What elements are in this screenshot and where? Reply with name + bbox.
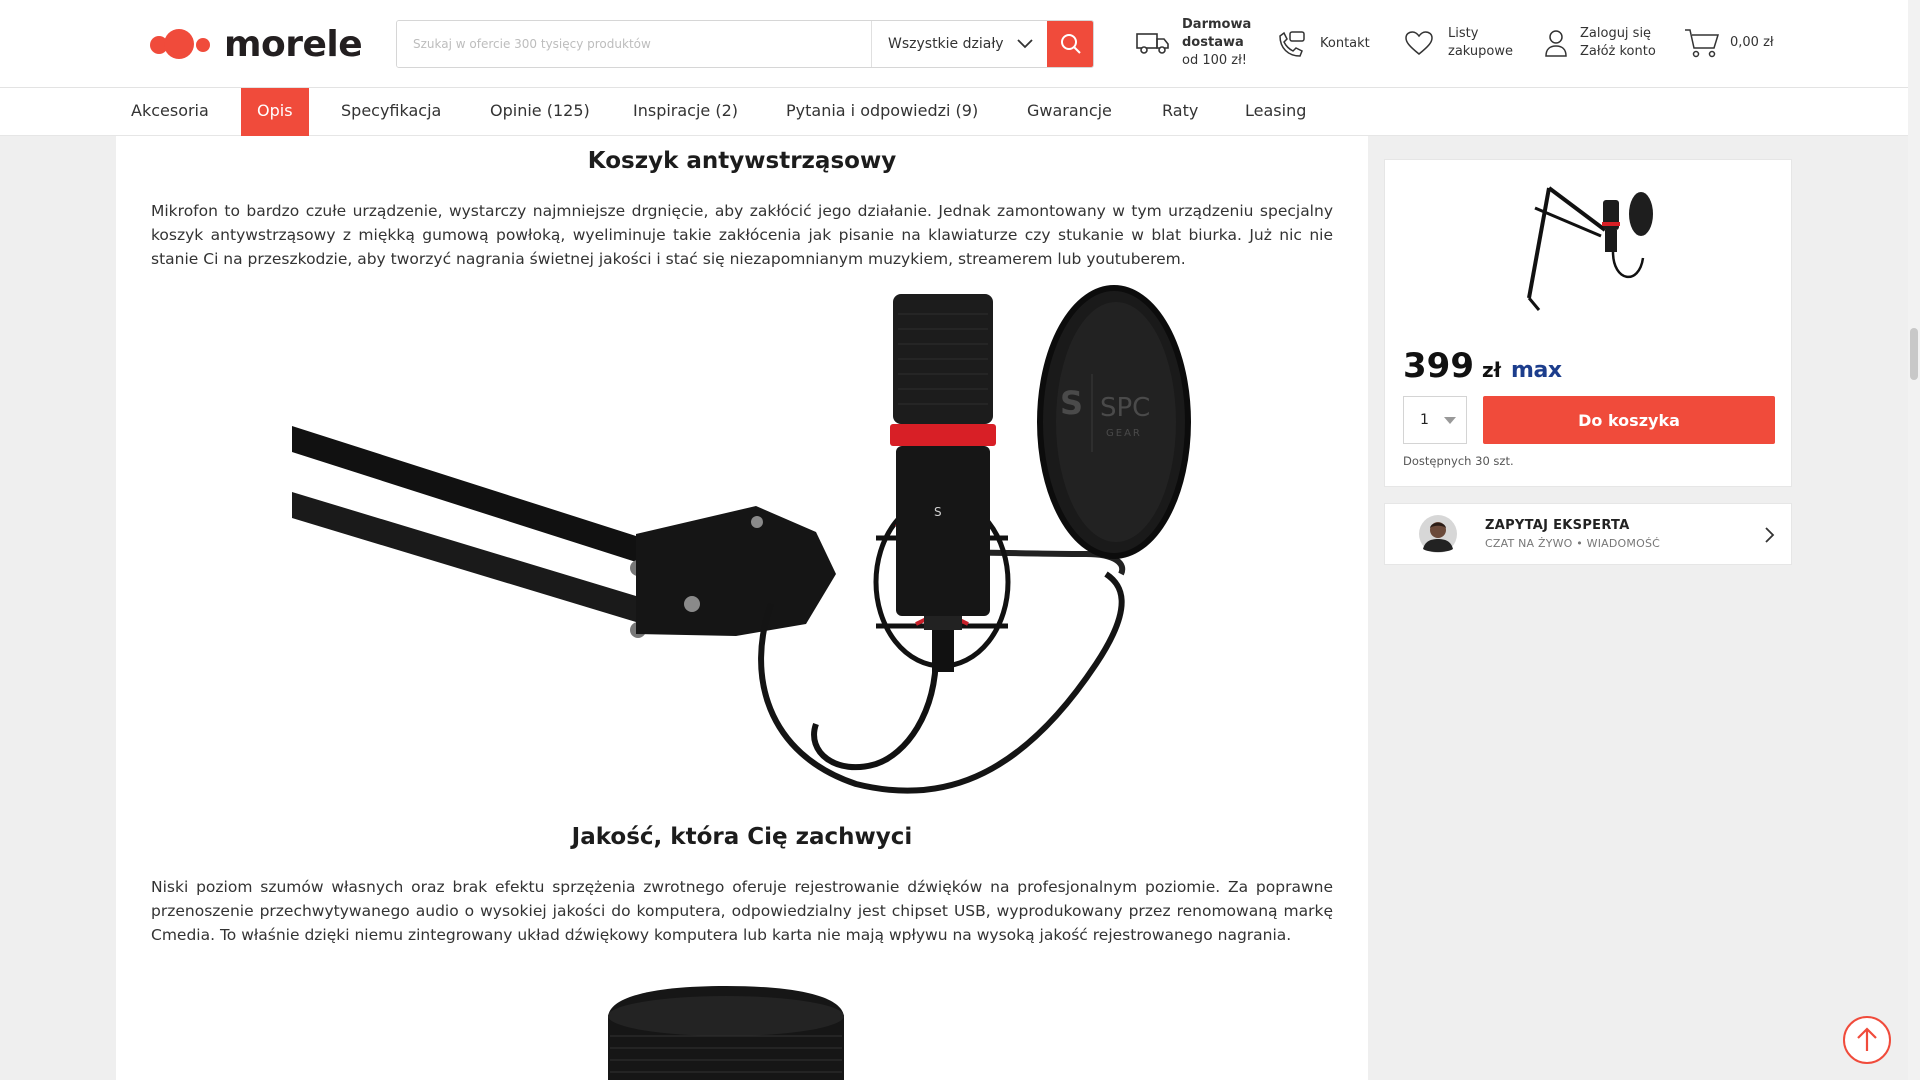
user-icon	[1545, 30, 1567, 57]
price: 399 zł max	[1403, 346, 1562, 386]
svg-text:S: S	[934, 505, 942, 519]
cart-link[interactable]: 0,00 zł	[1684, 28, 1774, 58]
delivery-line2: dostawa	[1182, 35, 1244, 50]
section-heading-shock-mount: Koszyk antywstrząsowy	[587, 148, 897, 174]
product-description: Koszyk antywstrząsowy Mikrofon to bardzo…	[116, 136, 1368, 1080]
pop-filter-brand-line2: GEAR	[1106, 428, 1142, 439]
expert-title: ZAPYTAJ EKSPERTA	[1485, 518, 1630, 533]
search-button[interactable]	[1047, 21, 1093, 67]
top-header: morele Wszystkie działy Darmowa dostawa …	[0, 0, 1908, 88]
product-thumbnail[interactable]	[1509, 178, 1669, 318]
chevron-down-icon	[1017, 39, 1033, 49]
tab-gwarancje[interactable]: Gwarancje	[1027, 88, 1112, 136]
account-link[interactable]: Zaloguj się Załóż konto	[1544, 25, 1656, 61]
tab-inspiracje[interactable]: Inspiracje (2)	[633, 88, 738, 136]
tab-pytania[interactable]: Pytania i odpowiedzi (9)	[786, 88, 978, 136]
lists-line1: Listy	[1448, 26, 1479, 41]
department-label: Wszystkie działy	[888, 36, 1004, 52]
quantity-value: 1	[1420, 412, 1429, 428]
cart-total: 0,00 zł	[1730, 35, 1774, 50]
logo-text: morele	[224, 23, 363, 65]
add-to-cart-button[interactable]: Do koszyka	[1483, 396, 1775, 444]
product-section-nav: Akcesoria Opis Specyfikacja Opinie (125)…	[0, 88, 1908, 136]
contact-link[interactable]: Kontakt	[1276, 30, 1370, 58]
quantity-select[interactable]: 1	[1403, 396, 1467, 444]
microphone-closeup-image	[608, 986, 844, 1080]
availability-text: Dostępnych 30 szt.	[1403, 454, 1514, 468]
svg-text:S: S	[1060, 384, 1083, 422]
tab-opis[interactable]: Opis	[241, 88, 309, 136]
delivery-truck-icon	[1136, 33, 1169, 54]
tab-raty[interactable]: Raty	[1162, 88, 1198, 136]
free-delivery-info[interactable]: Darmowa dostawa od 100 zł!	[1136, 16, 1251, 70]
chevron-right-icon	[1765, 527, 1775, 543]
page-scrollbar[interactable]	[1908, 0, 1920, 1080]
expert-subtitle: CZAT NA ŻYWO • WIADOMOŚĆ	[1485, 537, 1661, 550]
tab-opinie[interactable]: Opinie (125)	[490, 88, 590, 136]
max-badge: max	[1511, 358, 1562, 383]
tab-leasing[interactable]: Leasing	[1245, 88, 1306, 136]
tab-specyfikacja[interactable]: Specyfikacja	[341, 88, 441, 136]
search-input[interactable]	[397, 21, 871, 67]
login-label: Zaloguj się	[1580, 26, 1652, 41]
register-label: Załóż konto	[1580, 44, 1656, 59]
heart-icon	[1405, 31, 1433, 55]
section-text-quality: Niski poziom szumów własnych oraz brak e…	[151, 878, 1333, 944]
scroll-to-top-button[interactable]	[1843, 1016, 1891, 1064]
delivery-line1: Darmowa	[1182, 17, 1252, 32]
expert-avatar	[1419, 515, 1457, 553]
scrollbar-thumb[interactable]	[1910, 328, 1918, 380]
logo-mark-icon	[150, 24, 214, 64]
delivery-line3: od 100 zł!	[1182, 53, 1248, 68]
lists-line2: zakupowe	[1448, 44, 1513, 59]
shopping-lists-link[interactable]: Listy zakupowe	[1404, 25, 1513, 61]
cart-icon	[1685, 29, 1720, 58]
search-bar: Wszystkie działy	[396, 20, 1094, 68]
pop-filter-brand-line1: SPC	[1100, 393, 1150, 423]
buy-box: 399 zł max 1 Do koszyka Dostępnych 30 sz…	[1384, 159, 1792, 487]
section-heading-quality: Jakość, która Cię zachwyci	[571, 824, 913, 850]
morele-logo[interactable]: morele	[150, 22, 363, 66]
search-icon	[1061, 34, 1081, 54]
chevron-down-icon	[1444, 417, 1456, 424]
price-value: 399	[1403, 346, 1474, 386]
price-currency: zł	[1481, 358, 1502, 382]
microphone-arm-image: S S SPC GEAR	[292, 285, 1191, 794]
ask-expert-box[interactable]: ZAPYTAJ EKSPERTA CZAT NA ŻYWO • WIADOMOŚ…	[1384, 503, 1792, 565]
department-select[interactable]: Wszystkie działy	[871, 21, 1047, 67]
section-text-shock-mount: Mikrofon to bardzo czułe urządzenie, wys…	[151, 202, 1333, 268]
phone-chat-icon	[1279, 31, 1305, 57]
contact-label: Kontakt	[1320, 36, 1370, 51]
tab-akcesoria[interactable]: Akcesoria	[131, 88, 209, 136]
arrow-up-icon	[1857, 1027, 1877, 1051]
